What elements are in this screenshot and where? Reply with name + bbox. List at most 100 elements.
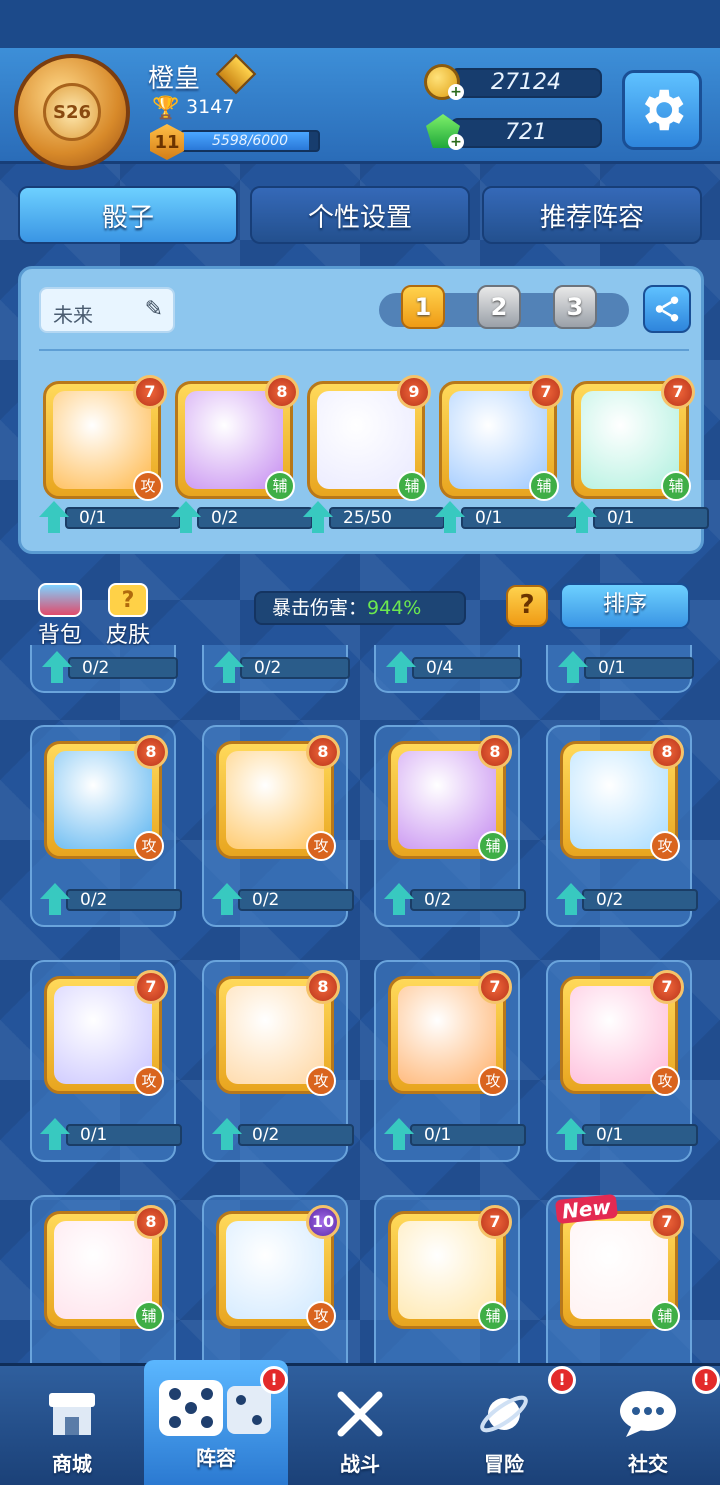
- rank-medal-icon[interactable]: S26: [14, 54, 130, 170]
- title-badge-icon[interactable]: [215, 53, 257, 95]
- nav-social-label: 社交: [628, 1452, 668, 1476]
- collection-die-card[interactable]: 7 辅 New: [554, 1193, 684, 1331]
- upgrade-progress: 0/2: [556, 883, 702, 915]
- die-level-badge: 8: [265, 375, 299, 409]
- bag-button[interactable]: 背包: [30, 583, 90, 648]
- collection-die-card[interactable]: 7攻: [44, 970, 168, 1096]
- upgrade-progress: 0/1: [435, 501, 581, 533]
- collection-die-card[interactable]: 8辅: [388, 735, 512, 861]
- upgrade-arrow-icon: [556, 883, 586, 915]
- player-header: S26 橙皇 🏆 3147 5598/6000 11 + 27124 + 721: [0, 48, 720, 170]
- dice-collection: 0/2 0/2 0/4 0/1 8 攻 0/2 8 攻 0/2 8 辅 0/2 8 攻 0/2 7 攻 0/1 8 攻 0…: [0, 645, 720, 1363]
- help-button[interactable]: ?: [506, 585, 548, 627]
- collection-die-card[interactable]: 8辅: [44, 1205, 168, 1331]
- die-level-badge: 8: [478, 735, 512, 769]
- pencil-icon[interactable]: ✎: [145, 297, 163, 322]
- add-gold-icon[interactable]: +: [448, 84, 464, 100]
- tiger-die-icon: [53, 391, 151, 489]
- paw-die-icon: [570, 1221, 668, 1319]
- lucky-cat-die-icon: [398, 1221, 496, 1319]
- tab-customize[interactable]: 个性设置: [250, 186, 470, 244]
- status-bar: [0, 0, 720, 48]
- upgrade-progress-text: 0/2: [240, 657, 350, 679]
- share-icon: [655, 296, 679, 322]
- collection-die-card[interactable]: 8攻: [216, 735, 340, 861]
- gem-currency[interactable]: + 721: [420, 114, 602, 150]
- upgrade-progress-text: 0/2: [238, 889, 354, 911]
- collection-die-card[interactable]: 7攻: [388, 970, 512, 1096]
- die-level-badge: 7: [478, 970, 512, 1004]
- collection-die-card[interactable]: 8攻: [44, 735, 168, 861]
- ice-spike-die-icon: [570, 751, 668, 849]
- die-level-badge: 9: [397, 375, 431, 409]
- bell-die-icon: [226, 986, 324, 1084]
- shop-icon: [42, 1384, 102, 1444]
- gem-amount: 721: [450, 118, 602, 148]
- gear-icon: [644, 89, 684, 131]
- gold-currency[interactable]: + 27124: [420, 64, 602, 100]
- collection-die-card[interactable]: 10 攻: [216, 1205, 340, 1331]
- main-tabs: 骰子 个性设置 推荐阵容: [18, 186, 702, 244]
- collection-die-card[interactable]: 8攻: [216, 970, 340, 1096]
- deck-slot-2-die-card[interactable]: 8辅: [175, 375, 299, 501]
- vortex-die-icon: [581, 391, 679, 489]
- die-level-badge: 7: [133, 375, 167, 409]
- upgrade-progress-text: 0/2: [238, 1124, 354, 1146]
- upgrade-progress: 25/50: [303, 501, 449, 533]
- deck-slot-4-die-card[interactable]: 7辅: [439, 375, 563, 501]
- nav-shop[interactable]: 商城: [0, 1366, 144, 1485]
- skin-button[interactable]: ? 皮肤: [98, 583, 158, 648]
- die-type-badge: 攻: [133, 471, 163, 501]
- upgrade-arrow-icon: [171, 501, 201, 533]
- collection-die-card[interactable]: 8攻: [560, 735, 684, 861]
- nav-battle[interactable]: 战斗: [288, 1366, 432, 1485]
- upgrade-progress: 0/2: [384, 883, 530, 915]
- die-level-badge: 7: [650, 1205, 684, 1239]
- deck-preset-3-button[interactable]: 3: [553, 285, 597, 329]
- deck-slot-3-die-card[interactable]: 9辅: [307, 375, 431, 501]
- add-gem-icon[interactable]: +: [448, 134, 464, 150]
- upgrade-progress: 0/1: [39, 501, 185, 533]
- sort-button[interactable]: 排序: [560, 583, 690, 629]
- die-level-badge: 7: [529, 375, 563, 409]
- settings-button[interactable]: [622, 70, 702, 150]
- collection-toolbar: 背包 ? 皮肤 暴击伤害：944% ? 排序: [0, 575, 720, 648]
- upgrade-progress: 0/1: [558, 651, 698, 683]
- tab-dice[interactable]: 骰子: [18, 186, 238, 244]
- upgrade-arrow-icon: [384, 1118, 414, 1150]
- volcano-die-icon: [398, 986, 496, 1084]
- deck-preset-1-button[interactable]: 1: [401, 285, 445, 329]
- tab-recommended-lineup[interactable]: 推荐阵容: [482, 186, 702, 244]
- player-name: 橙皇: [148, 64, 201, 94]
- upgrade-progress-text: 0/1: [66, 1124, 182, 1146]
- deck-slot-5-die-card[interactable]: 7辅: [571, 375, 695, 501]
- upgrade-progress: 0/2: [214, 651, 354, 683]
- upgrade-progress: 0/2: [40, 883, 186, 915]
- die-level-badge: 7: [478, 1205, 512, 1239]
- collection-die-card[interactable]: 7辅: [388, 1205, 512, 1331]
- deck-name-field[interactable]: 未来 ✎: [39, 287, 175, 333]
- mask-die-icon: [449, 391, 547, 489]
- dice-icon: [156, 1378, 276, 1438]
- die-type-badge: 辅: [529, 471, 559, 501]
- upgrade-arrow-icon: [386, 651, 416, 683]
- collection-die-card[interactable]: 7攻: [560, 970, 684, 1096]
- bag-icon: [38, 583, 82, 617]
- lineup-alert-badge: !: [260, 1366, 288, 1394]
- deck-preset-2-button[interactable]: 2: [477, 285, 521, 329]
- share-button[interactable]: [643, 285, 691, 333]
- upgrade-arrow-icon: [303, 501, 333, 533]
- upgrade-progress-text: 0/2: [197, 507, 313, 529]
- cauldron-die-icon: [398, 751, 496, 849]
- die-type-badge: 攻: [650, 1066, 680, 1096]
- exp-bar: 5598/6000: [180, 130, 320, 152]
- rank-label: S26: [43, 83, 101, 141]
- upgrade-progress-text: 0/1: [584, 657, 694, 679]
- upgrade-progress: 0/2: [212, 883, 358, 915]
- die-type-badge: 攻: [306, 831, 336, 861]
- deck-slot-1-die-card[interactable]: 7攻: [43, 375, 167, 501]
- upgrade-progress: 0/1: [556, 1118, 702, 1150]
- die-type-badge: 辅: [661, 471, 691, 501]
- die-level-badge: 8: [306, 970, 340, 1004]
- chat-bubble-icon: [618, 1384, 678, 1444]
